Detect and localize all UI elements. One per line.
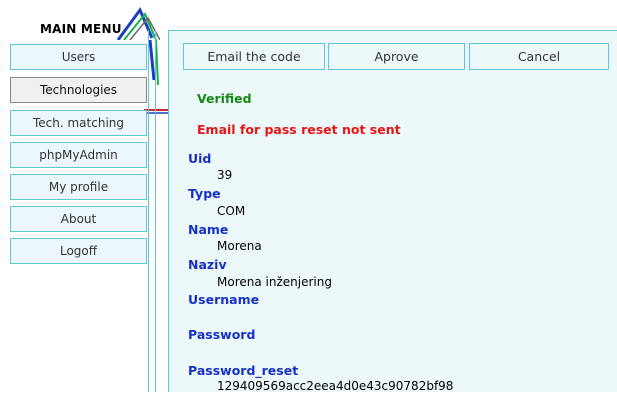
naziv-label: Naziv xyxy=(188,257,227,272)
menu-item-phpmyadmin[interactable]: phpMyAdmin xyxy=(10,142,147,168)
uid-label: Uid xyxy=(188,151,212,166)
menu-item-users[interactable]: Users xyxy=(10,44,147,70)
menu-item-technologies[interactable]: Technologies xyxy=(10,77,147,103)
password-reset-label: Password_reset xyxy=(188,363,299,378)
type-value: COM xyxy=(217,204,246,218)
naziv-value: Morena inženjering xyxy=(217,275,332,289)
password-label: Password xyxy=(188,327,256,342)
menu-item-logoff[interactable]: Logoff xyxy=(10,238,147,264)
menu-item-tech-matching[interactable]: Tech. matching xyxy=(10,110,147,136)
email-code-button[interactable]: Email the code xyxy=(183,43,325,70)
separator-line xyxy=(148,30,149,392)
menu-item-about[interactable]: About xyxy=(10,206,147,232)
detail-panel: Email the code Aprove Cancel Verified Em… xyxy=(168,30,617,393)
cancel-button[interactable]: Cancel xyxy=(469,43,609,70)
reset-status-message: Email for pass reset not sent xyxy=(197,122,401,137)
uid-value: 39 xyxy=(217,168,233,182)
password-reset-value: 129409569acc2eea4d0e43c90782bf98 xyxy=(217,379,454,393)
type-label: Type xyxy=(188,186,221,201)
name-label: Name xyxy=(188,222,229,237)
separator-line xyxy=(155,30,156,392)
username-label: Username xyxy=(188,292,260,307)
approve-button[interactable]: Aprove xyxy=(328,43,465,70)
menu-item-my-profile[interactable]: My profile xyxy=(10,174,147,200)
verified-status: Verified xyxy=(197,91,252,106)
name-value: Morena xyxy=(217,239,262,253)
menu-title: MAIN MENU xyxy=(40,22,122,36)
logo-area: MAIN MENU xyxy=(0,0,160,40)
